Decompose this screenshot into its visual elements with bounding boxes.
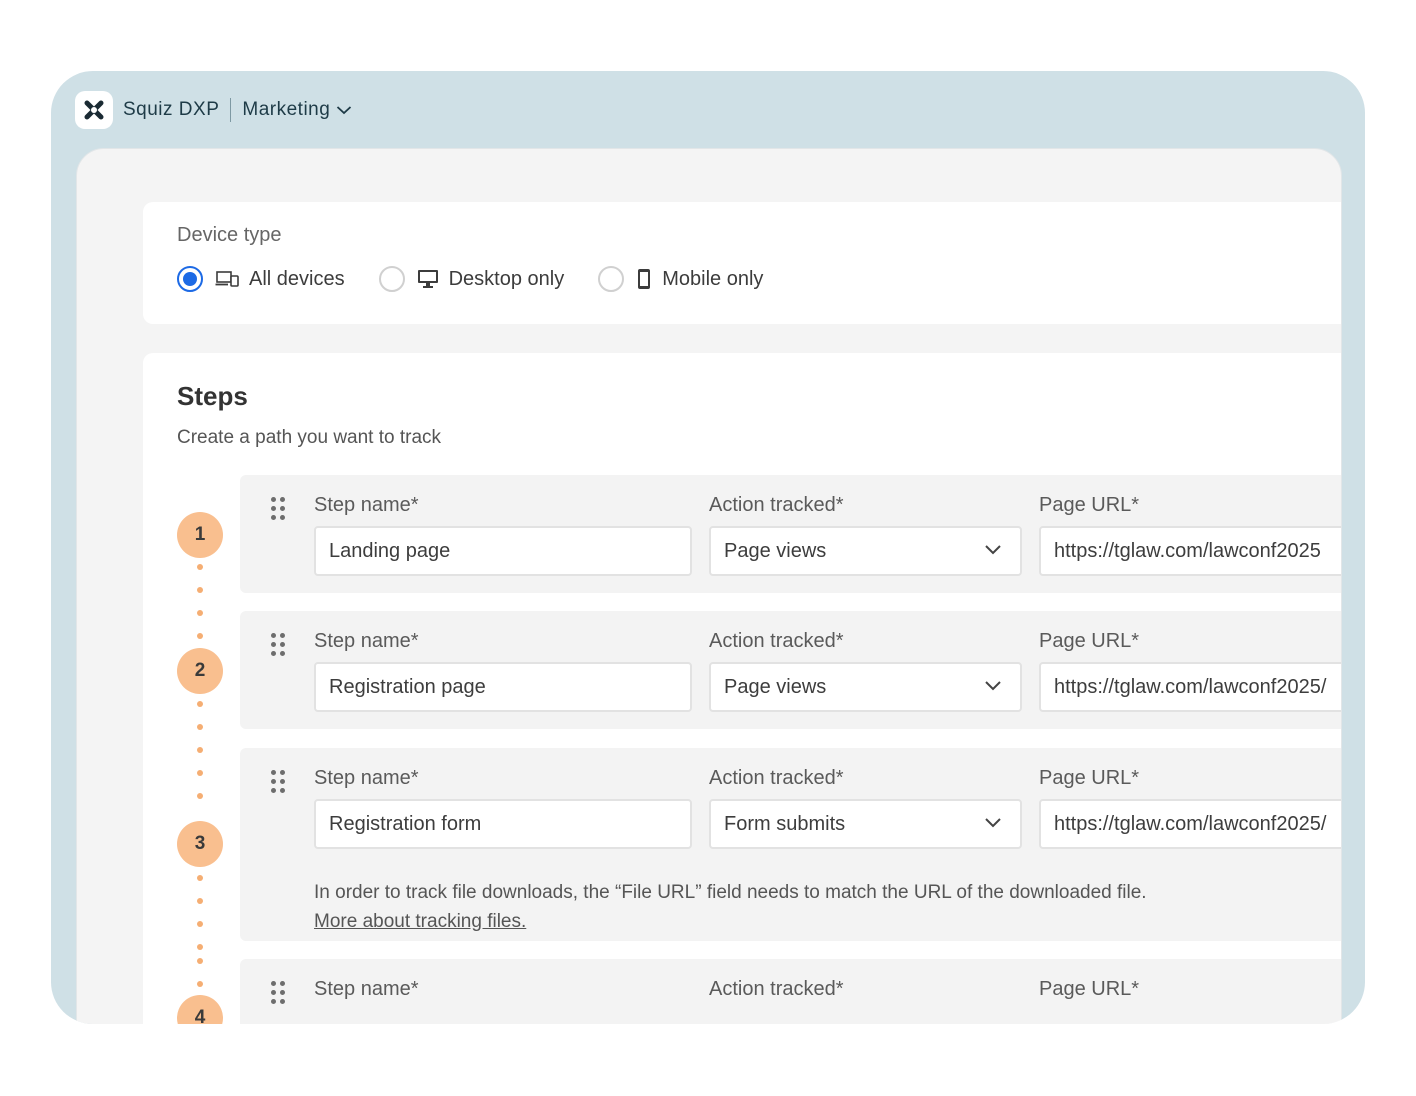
squiz-logo-icon (84, 100, 104, 120)
action-tracked-value: Page views (724, 539, 827, 562)
page-url-input[interactable]: https://tglaw.com/lawconf2025/ (1039, 799, 1341, 849)
workspace-label: Marketing (242, 99, 331, 120)
workspace-switcher[interactable]: Marketing (242, 99, 352, 121)
devices-icon (215, 270, 239, 288)
timeline-dot (197, 875, 203, 881)
timeline-dot (197, 793, 203, 799)
timeline-dot (197, 610, 203, 616)
page-url-label: Page URL* (1039, 767, 1140, 789)
step-row: Step name* Action tracked* Page URL* Reg… (240, 748, 1341, 941)
page-url-label: Page URL* (1039, 978, 1140, 1000)
action-tracked-label: Action tracked* (709, 494, 844, 516)
page-url-label: Page URL* (1039, 494, 1140, 516)
timeline-dot (197, 958, 203, 964)
drag-handle-icon[interactable] (271, 633, 287, 657)
timeline-dot (197, 724, 203, 730)
device-type-radio-group: All devices Desktop only Mobile only (177, 266, 797, 292)
timeline-dot (197, 564, 203, 570)
page-url-input[interactable]: https://tglaw.com/lawconf2025/ (1039, 662, 1341, 712)
radio-label: Desktop only (448, 267, 565, 290)
page-url-label: Page URL* (1039, 630, 1140, 652)
steps-card: Steps Create a path you want to track 1 … (143, 353, 1341, 1024)
radio-button[interactable] (598, 266, 625, 292)
chevron-down-icon (985, 818, 1001, 828)
drag-handle-icon[interactable] (271, 770, 287, 794)
chevron-down-icon (985, 681, 1001, 691)
radio-desktop-only[interactable]: Desktop only (378, 266, 565, 292)
action-tracked-value: Form submits (724, 812, 846, 835)
app-frame: Squiz DXP Marketing Device type All devi… (51, 71, 1365, 1024)
action-tracked-select[interactable]: Page views (709, 526, 1022, 576)
timeline-dot (197, 587, 203, 593)
drag-handle-icon[interactable] (271, 497, 287, 521)
file-tracking-note: In order to track file downloads, the “F… (314, 878, 1147, 936)
step-number-badge: 4 (177, 995, 223, 1024)
action-tracked-label: Action tracked* (709, 630, 844, 652)
timeline-dot (197, 898, 203, 904)
step-number-badge: 3 (177, 821, 223, 867)
brand-name: Squiz DXP (123, 99, 220, 120)
step-row: Step name* Action tracked* Page URL* Reg… (240, 611, 1341, 729)
chevron-down-icon (337, 106, 352, 115)
device-type-label: Device type (177, 224, 282, 246)
timeline-dot (197, 981, 203, 987)
device-type-card: Device type All devices Desktop only Mob… (143, 202, 1341, 324)
radio-mobile-only[interactable]: Mobile only (598, 266, 763, 292)
timeline-dot (197, 701, 203, 707)
chevron-down-icon (985, 545, 1001, 555)
radio-button[interactable] (378, 266, 405, 292)
page-url-input[interactable]: https://tglaw.com/lawconf2025 (1039, 526, 1341, 576)
step-timeline: 1 2 3 4 (177, 353, 223, 1024)
action-tracked-select[interactable]: Page views (709, 662, 1022, 712)
squiz-logo[interactable] (75, 91, 113, 129)
timeline-dot (197, 633, 203, 639)
main-panel: Device type All devices Desktop only Mob… (76, 148, 1342, 1024)
timeline-dot (197, 770, 203, 776)
step-name-label: Step name* (314, 494, 419, 516)
action-tracked-select[interactable]: Form submits (709, 799, 1022, 849)
timeline-dot (197, 921, 203, 927)
action-tracked-label: Action tracked* (709, 978, 844, 1000)
mobile-icon (636, 268, 652, 290)
step-number-badge: 1 (177, 512, 223, 558)
step-name-input[interactable]: Landing page (314, 526, 692, 576)
divider (230, 98, 232, 122)
step-name-label: Step name* (314, 630, 419, 652)
drag-handle-icon[interactable] (271, 981, 287, 1005)
step-name-input[interactable]: Registration page (314, 662, 692, 712)
radio-label: Mobile only (662, 267, 764, 290)
action-tracked-value: Page views (724, 675, 827, 698)
desktop-icon (417, 269, 439, 289)
action-tracked-label: Action tracked* (709, 767, 844, 789)
more-about-tracking-files-link[interactable]: More about tracking files. (314, 907, 1147, 936)
timeline-dot (197, 944, 203, 950)
radio-all-devices[interactable]: All devices (177, 266, 345, 292)
step-name-input[interactable]: Registration form (314, 799, 692, 849)
step-row: Step name* Action tracked* Page URL* (240, 959, 1341, 1024)
timeline-dot (197, 747, 203, 753)
step-row: Step name* Action tracked* Page URL* Lan… (240, 475, 1341, 593)
step-name-label: Step name* (314, 978, 419, 1000)
step-name-label: Step name* (314, 767, 419, 789)
radio-label: All devices (249, 267, 345, 290)
step-number-badge: 2 (177, 648, 223, 694)
radio-button[interactable] (177, 266, 203, 292)
top-bar: Squiz DXP Marketing (75, 91, 352, 129)
note-text: In order to track file downloads, the “F… (314, 882, 1147, 903)
